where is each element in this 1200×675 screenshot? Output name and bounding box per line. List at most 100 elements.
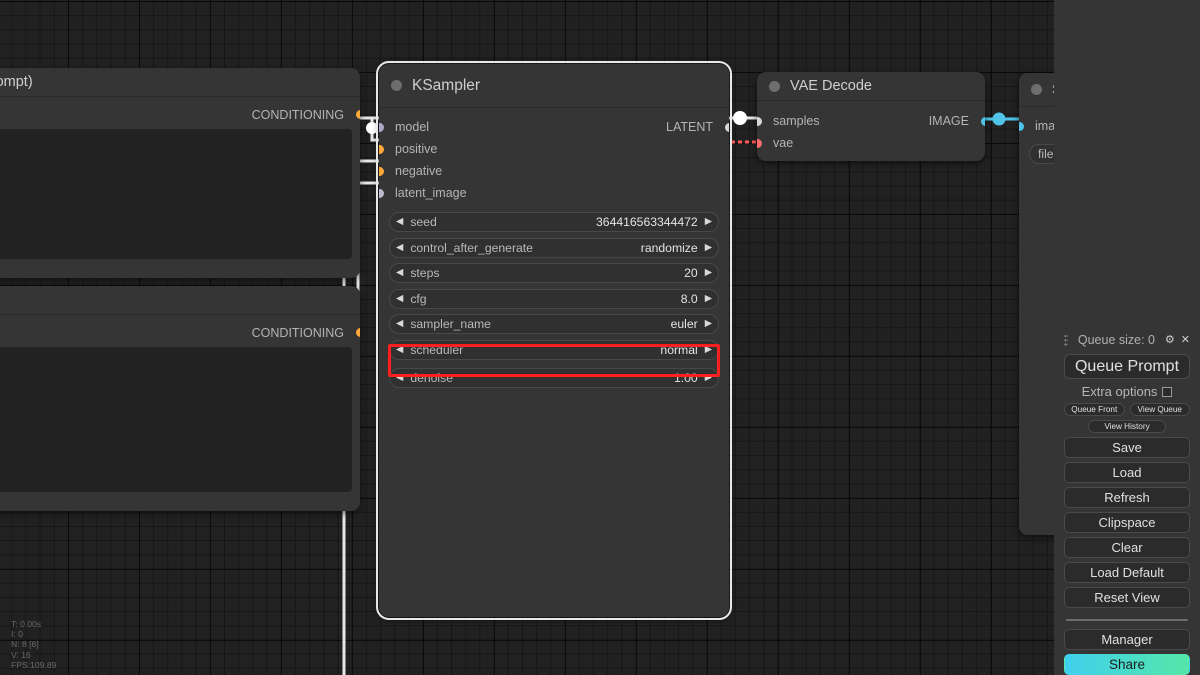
widget-label-control-after-generate: control_after_generate — [410, 240, 533, 255]
node-clip-text-encode-positive[interactable]: t Encode (Prompt) CONDITIONING — [0, 68, 360, 278]
widget-steps[interactable]: ◀ steps 20 ▶ — [389, 263, 719, 283]
refresh-button[interactable]: Refresh — [1064, 487, 1190, 508]
node-body: CONDITIONING — [0, 315, 360, 511]
queue-front-button[interactable]: Queue Front — [1064, 403, 1125, 416]
queue-prompt-button[interactable]: Queue Prompt — [1064, 354, 1190, 379]
node-title-bar[interactable]: KSampler — [379, 64, 729, 108]
close-icon[interactable]: ✕ — [1181, 334, 1190, 346]
menu-divider — [1066, 619, 1188, 621]
input-slot-positive[interactable]: positive — [379, 138, 729, 160]
widget-cfg[interactable]: ◀ cfg 8.0 ▶ — [389, 288, 719, 309]
increment-arrow-icon[interactable]: ▶ — [705, 243, 712, 253]
widget-value-steps: 20 — [684, 266, 698, 280]
input-dot-model[interactable] — [379, 122, 384, 132]
widget-scheduler[interactable]: ◀ scheduler normal ▶ — [389, 339, 719, 360]
output-slot-conditioning[interactable]: CONDITIONING — [0, 104, 360, 125]
input-dot-positive[interactable] — [379, 144, 384, 154]
stat-fps: FPS:109.89 — [11, 659, 57, 670]
node-title-bar[interactable]: VAE Decode — [757, 72, 985, 101]
widget-value-seed: 364416563344472 — [596, 215, 698, 229]
manager-button[interactable]: Manager — [1064, 629, 1190, 650]
widget-label-denoise: denoise — [410, 371, 454, 385]
node-body: samples IMAGE vae — [757, 101, 985, 161]
output-dot-latent[interactable] — [724, 122, 729, 132]
node-vae-decode[interactable]: VAE Decode samples IMAGE vae — [757, 72, 985, 161]
node-body: model LATENT positive negative latent_im… — [379, 108, 729, 617]
decrement-arrow-icon[interactable]: ◀ — [396, 319, 403, 329]
graph-stats-overlay: T: 0.00s I: 0 N: 8 [6] V: 16 FPS:109.89 — [11, 619, 56, 670]
decrement-arrow-icon[interactable]: ◀ — [396, 373, 403, 383]
load-default-button[interactable]: Load Default — [1064, 562, 1190, 583]
widget-value-sampler-name: euler — [670, 317, 698, 331]
input-dot-negative[interactable] — [379, 166, 384, 176]
widget-value-cfg: 8.0 — [680, 291, 698, 306]
decrement-arrow-icon[interactable]: ◀ — [396, 217, 403, 227]
save-button[interactable]: Save — [1064, 437, 1190, 458]
node-collapse-dot[interactable] — [1031, 84, 1042, 95]
queue-size-label: Queue size: 0 — [1077, 333, 1156, 347]
view-history-button[interactable]: View History — [1088, 420, 1166, 433]
widget-value-denoise: 1.00 — [673, 371, 698, 385]
input-slot-samples[interactable]: samples IMAGE — [757, 110, 985, 132]
clear-button[interactable]: Clear — [1064, 537, 1190, 558]
input-slot-vae[interactable]: vae — [757, 132, 985, 154]
drag-handle-icon[interactable] — [1064, 333, 1068, 347]
increment-arrow-icon[interactable]: ▶ — [705, 217, 712, 227]
widget-control-after-generate[interactable]: ◀ control_after_generate randomize ▶ — [389, 237, 719, 258]
widget-label-sampler-name: sampler_name — [410, 317, 491, 331]
widget-value-control-after-generate: randomize — [640, 240, 698, 255]
decrement-arrow-icon[interactable]: ◀ — [396, 345, 403, 355]
node-body: CONDITIONING — [0, 97, 360, 278]
input-slot-latent-image[interactable]: latent_image — [379, 182, 729, 204]
share-button[interactable]: Share — [1064, 654, 1190, 675]
input-dot-images[interactable] — [1019, 121, 1024, 131]
comfy-menu: Queue size: 0 ⚙ ✕ Queue Prompt Extra opt… — [1054, 330, 1200, 675]
increment-arrow-icon[interactable]: ▶ — [705, 345, 712, 355]
view-queue-button[interactable]: View Queue — [1129, 403, 1190, 416]
input-dot-vae[interactable] — [757, 138, 762, 148]
widget-denoise[interactable]: ◀ denoise 1.00 ▶ — [389, 368, 719, 388]
gear-icon[interactable]: ⚙ — [1165, 334, 1175, 346]
comfyui-window: t Encode (Prompt) CONDITIONING Encode (P… — [0, 0, 1200, 675]
stat-iterations: I: 0 — [11, 629, 23, 640]
node-title-bar[interactable]: Encode (Prompt) — [0, 286, 360, 315]
output-dot-image[interactable] — [980, 116, 985, 126]
input-label-positive: positive — [395, 142, 438, 156]
reset-view-button[interactable]: Reset View — [1064, 587, 1190, 608]
node-title-bar[interactable]: t Encode (Prompt) — [0, 68, 360, 97]
input-dot-latent-image[interactable] — [379, 188, 384, 198]
output-label-image: IMAGE — [928, 114, 969, 128]
widget-value-scheduler: normal — [660, 342, 698, 357]
increment-arrow-icon[interactable]: ▶ — [705, 268, 712, 278]
node-collapse-dot[interactable] — [391, 80, 402, 91]
widget-seed[interactable]: ◀ seed 364416563344472 ▶ — [389, 212, 719, 232]
decrement-arrow-icon[interactable]: ◀ — [396, 294, 403, 304]
extra-options-checkbox[interactable] — [1162, 386, 1173, 397]
increment-arrow-icon[interactable]: ▶ — [705, 294, 712, 304]
output-label-conditioning: CONDITIONING — [251, 107, 344, 122]
increment-arrow-icon[interactable]: ▶ — [705, 319, 712, 329]
stat-nodes: N: 8 [6] — [11, 639, 39, 650]
increment-arrow-icon[interactable]: ▶ — [705, 373, 712, 383]
input-dot-samples[interactable] — [757, 116, 762, 126]
node-clip-text-encode-negative[interactable]: Encode (Prompt) CONDITIONING — [0, 286, 360, 511]
extra-options-row[interactable]: Extra options — [1064, 384, 1190, 399]
node-ksampler[interactable]: KSampler model LATENT positive negative … — [376, 61, 732, 620]
widget-sampler-name[interactable]: ◀ sampler_name euler ▶ — [389, 314, 719, 334]
node-title-text: VAE Decode — [790, 78, 872, 94]
clipspace-button[interactable]: Clipspace — [1064, 512, 1190, 533]
input-slot-model[interactable]: model LATENT — [379, 116, 729, 138]
widget-label-seed: seed — [410, 215, 437, 229]
comfy-menu-sidebar: Queue size: 0 ⚙ ✕ Queue Prompt Extra opt… — [1054, 0, 1200, 675]
queue-header: Queue size: 0 ⚙ ✕ — [1064, 330, 1190, 350]
output-label-latent: LATENT — [666, 120, 713, 134]
decrement-arrow-icon[interactable]: ◀ — [396, 268, 403, 278]
node-collapse-dot[interactable] — [769, 80, 780, 92]
load-button[interactable]: Load — [1064, 462, 1190, 483]
output-slot-conditioning[interactable]: CONDITIONING — [0, 322, 360, 343]
prompt-textarea[interactable] — [0, 129, 352, 259]
input-label-negative: negative — [395, 164, 443, 178]
prompt-textarea[interactable] — [0, 347, 352, 492]
input-slot-negative[interactable]: negative — [379, 160, 729, 182]
decrement-arrow-icon[interactable]: ◀ — [396, 243, 403, 253]
